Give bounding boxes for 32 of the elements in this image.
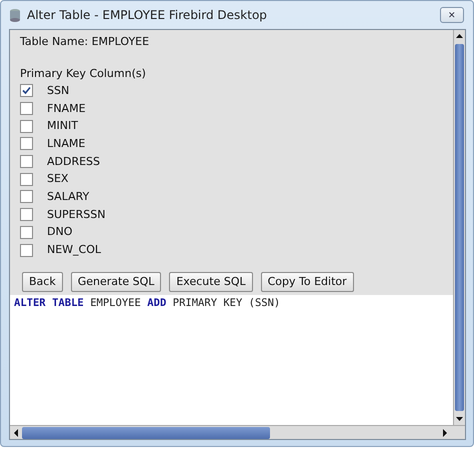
checkbox[interactable] <box>20 226 33 239</box>
action-button[interactable]: Back <box>22 272 63 292</box>
primary-key-label: Primary Key Column(s) <box>20 66 147 82</box>
checkbox[interactable] <box>20 244 33 257</box>
checkbox[interactable] <box>20 120 33 133</box>
window-title: Alter Table - EMPLOYEE Firebird Desktop <box>27 8 268 22</box>
horizontal-scrollbar[interactable] <box>10 425 465 439</box>
column-name: MINIT <box>47 118 78 134</box>
sql-editor[interactable]: ALTER TABLE EMPLOYEE ADD PRIMARY KEY (SSN) <box>10 294 453 425</box>
database-icon <box>9 8 21 22</box>
checkbox[interactable] <box>20 172 33 186</box>
column-name: SALARY <box>47 188 90 205</box>
column-name: NEW_COL <box>47 242 102 258</box>
column-name: SUPERSSN <box>47 206 106 223</box>
checkbox[interactable] <box>20 102 33 116</box>
checkbox[interactable] <box>20 208 33 222</box>
table-name-label: Table Name: EMPLOYEE <box>20 34 150 50</box>
vertical-scrollbar[interactable] <box>453 30 465 425</box>
column-name: SEX <box>47 171 68 188</box>
checkbox[interactable] <box>20 190 33 204</box>
action-button[interactable]: Execute SQL <box>169 272 253 292</box>
close-button[interactable]: ✕ <box>440 7 464 23</box>
column-name: DNO <box>47 224 72 240</box>
column-name: ADDRESS <box>47 154 100 170</box>
checkbox[interactable] <box>20 155 33 168</box>
action-button[interactable]: Copy To Editor <box>260 272 354 292</box>
column-name: SSN <box>47 82 70 99</box>
checkbox[interactable] <box>20 84 33 98</box>
column-name: FNAME <box>47 100 86 117</box>
action-button[interactable]: Generate SQL <box>70 272 162 292</box>
checkbox[interactable] <box>20 137 33 150</box>
column-name: LNAME <box>47 136 86 152</box>
